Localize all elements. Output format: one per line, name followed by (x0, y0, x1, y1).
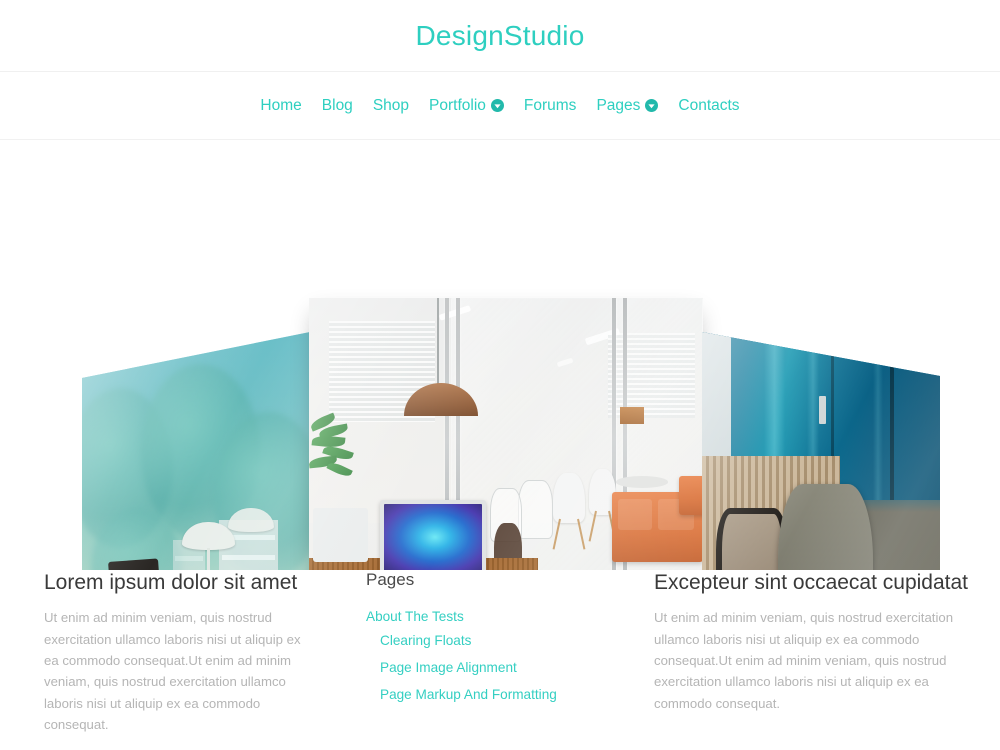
column-title: Excepteur sint occaecat cupidatat (654, 571, 969, 594)
nav-item-label: Pages (596, 96, 641, 114)
nav-item-label: Home (260, 96, 302, 114)
nav-item-label: Portfolio (429, 96, 486, 114)
chevron-down-circle-icon[interactable] (490, 99, 504, 112)
slide-left-image (82, 332, 310, 570)
chevron-down-circle-icon[interactable] (645, 99, 659, 112)
carousel-slide-right[interactable] (702, 332, 940, 570)
hero-carousel[interactable] (0, 140, 1000, 570)
carousel-track (0, 298, 1000, 570)
content-column-right: Excepteur sint occaecat cupidatat Ut eni… (640, 570, 1000, 735)
nav-item-home[interactable]: Home (250, 97, 311, 115)
site-header: DesignStudio (0, 0, 1000, 72)
content-column-pages: Pages About The Tests Clearing Floats Pa… (320, 570, 640, 735)
nav-item-portfolio[interactable]: Portfolio (419, 97, 514, 115)
content-column-left: Lorem ipsum dolor sit amet Ut enim ad mi… (0, 570, 320, 735)
nav-item-label: Forums (523, 96, 577, 114)
list-item: About The Tests Clearing Floats Page Ima… (366, 608, 622, 704)
page-link-about-the-tests[interactable]: About The Tests (366, 609, 464, 624)
nav-item-contacts[interactable]: Contacts (668, 97, 749, 115)
column-body-text: Ut enim ad minim veniam, quis nostrud ex… (654, 610, 954, 711)
nav-list: Home Blog Shop Portfolio Forums Pages Co… (250, 97, 749, 115)
nav-item-blog[interactable]: Blog (312, 97, 363, 115)
nav-item-label: Shop (372, 96, 410, 114)
list-item: Clearing Floats (380, 632, 622, 650)
column-title: Pages (366, 570, 415, 589)
carousel-slide-left[interactable] (82, 332, 310, 570)
nav-item-label: Contacts (678, 96, 740, 114)
page-link-page-image-alignment[interactable]: Page Image Alignment (380, 660, 517, 675)
pages-sublist: Clearing Floats Page Image Alignment Pag… (366, 632, 622, 704)
nav-item-label: Blog (321, 96, 353, 114)
pages-link-list: About The Tests Clearing Floats Page Ima… (366, 608, 622, 704)
main-navigation: Home Blog Shop Portfolio Forums Pages Co… (0, 72, 1000, 140)
carousel-slide-center[interactable] (309, 298, 703, 570)
nav-item-forums[interactable]: Forums (514, 97, 587, 115)
column-body-text: Ut enim ad minim veniam, quis nostrud ex… (44, 610, 301, 733)
column-title: Lorem ipsum dolor sit amet (44, 571, 298, 594)
site-logo[interactable]: DesignStudio (416, 20, 585, 52)
content-columns: Lorem ipsum dolor sit amet Ut enim ad mi… (0, 570, 1000, 735)
slide-right-image (702, 332, 940, 570)
page-link-clearing-floats[interactable]: Clearing Floats (380, 633, 471, 648)
nav-item-shop[interactable]: Shop (363, 97, 419, 115)
nav-item-pages[interactable]: Pages (586, 97, 668, 115)
list-item: Page Image Alignment (380, 659, 622, 677)
slide-center-image (309, 298, 703, 570)
page-link-page-markup-and-formatting[interactable]: Page Markup And Formatting (380, 687, 557, 702)
list-item: Page Markup And Formatting (380, 686, 622, 704)
